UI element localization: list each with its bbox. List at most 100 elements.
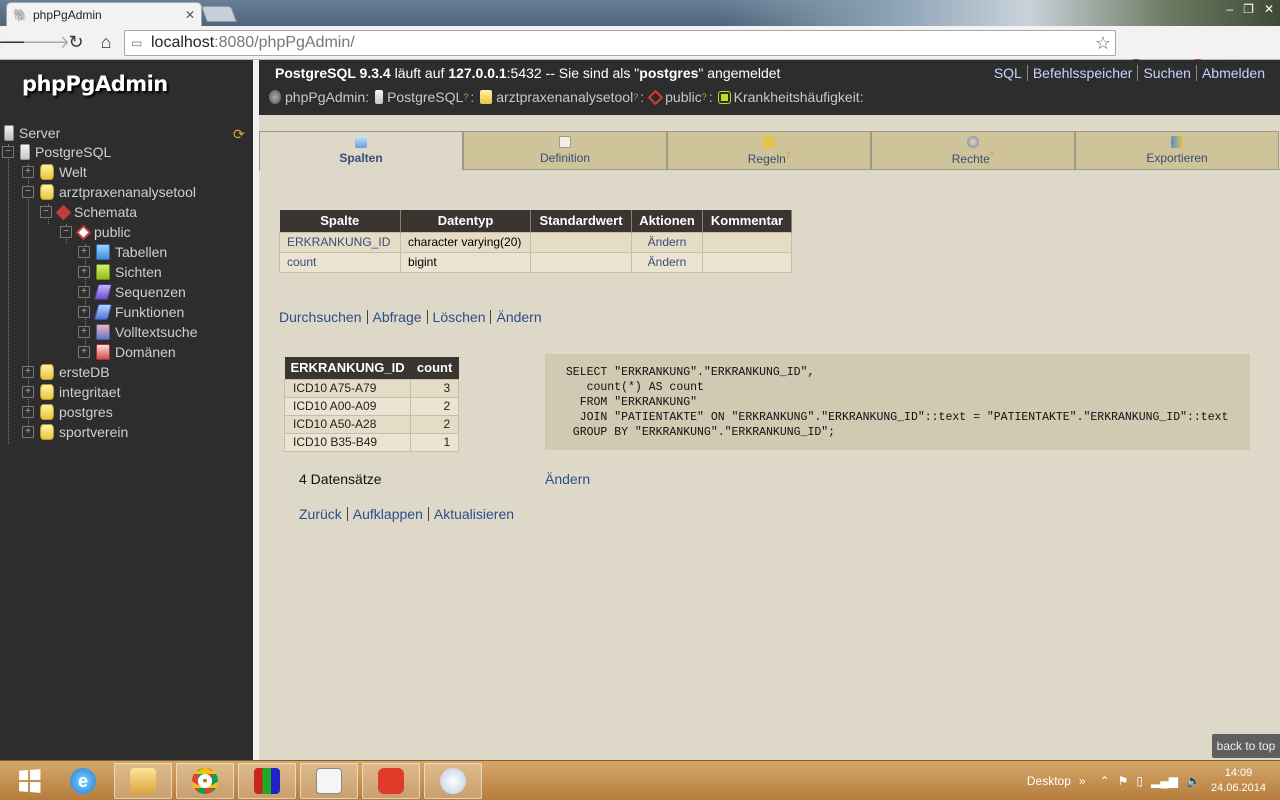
tree-item-erstedb[interactable]: + ersteDB (22, 362, 110, 382)
expand-toggle[interactable]: + (78, 306, 90, 318)
forward-button[interactable]: 🡒 (22, 29, 70, 57)
breadcrumb-server[interactable]: PostgreSQL (387, 89, 463, 105)
tab-rechte[interactable]: Rechte? (871, 131, 1075, 170)
expand-toggle[interactable]: + (22, 426, 34, 438)
bookmark-star-icon[interactable]: ☆ (1095, 33, 1111, 54)
tree-item-volltextsuche[interactable]: + Volltextsuche (78, 322, 198, 342)
tree-label[interactable]: ersteDB (59, 364, 110, 380)
tree-label[interactable]: arztpraxenanalysetool (59, 184, 196, 200)
tree-label[interactable]: public (94, 224, 131, 240)
volume-icon[interactable]: 🔈 (1186, 774, 1201, 788)
tree-item-sichten[interactable]: + Sichten (78, 262, 162, 282)
expand-toggle[interactable]: + (22, 166, 34, 178)
refresh-tree-icon[interactable]: ⟳ (233, 126, 245, 143)
tree-item-server[interactable]: Server (4, 123, 60, 143)
tree-label[interactable]: postgres (59, 404, 113, 420)
tree-item-arztpraxenanalysetool[interactable]: − arztpraxenanalysetool (22, 182, 196, 202)
logout-link[interactable]: Abmelden (1195, 65, 1270, 81)
tree-label[interactable]: Server (19, 125, 60, 141)
tab-exportieren[interactable]: Exportieren (1075, 131, 1279, 170)
breadcrumb-database[interactable]: arztpraxenanalysetool (496, 89, 633, 105)
alter-link[interactable]: Ändern (490, 310, 546, 324)
collapse-toggle[interactable]: − (22, 186, 34, 198)
expand-toggle[interactable]: + (22, 386, 34, 398)
home-button[interactable]: ⌂ (92, 29, 120, 57)
expand-toggle[interactable]: + (22, 406, 34, 418)
internet-explorer-button[interactable]: e (54, 763, 112, 799)
start-button[interactable] (0, 763, 58, 799)
back-to-top-button[interactable]: back to top (1212, 734, 1280, 758)
chart-app-button[interactable] (300, 763, 358, 799)
history-link[interactable]: Befehlsspeicher (1026, 65, 1138, 81)
minimize-button[interactable]: – (1226, 2, 1233, 16)
tree-item-postgres[interactable]: + postgres (22, 402, 113, 422)
url-text[interactable]: localhost:8080/phpPgAdmin/ (151, 34, 355, 52)
column-header[interactable]: ERKRANKUNG_ID (284, 357, 411, 379)
tree-item-domaenen[interactable]: + Domänen (78, 342, 176, 362)
tree-label[interactable]: Sequenzen (115, 284, 186, 300)
breadcrumb-phppgadmin[interactable]: phpPgAdmin: (285, 89, 369, 105)
select-link[interactable]: Abfrage (366, 310, 427, 324)
help-icon[interactable]: ? (463, 92, 468, 102)
tab-close-icon[interactable]: ✕ (185, 8, 195, 22)
column-header[interactable]: count (410, 357, 459, 379)
refresh-link[interactable]: Aktualisieren (427, 507, 519, 521)
tree-label[interactable]: Domänen (115, 344, 176, 360)
paint-button[interactable] (424, 763, 482, 799)
help-icon[interactable]: ? (633, 92, 638, 102)
tab-definition[interactable]: Definition (463, 131, 667, 170)
tree-label[interactable]: integritaet (59, 384, 120, 400)
tree-label[interactable]: PostgreSQL (35, 144, 111, 160)
winrar-button[interactable] (238, 763, 296, 799)
expand-toggle[interactable]: + (78, 286, 90, 298)
window-close-button[interactable]: ✕ (1264, 2, 1274, 16)
tree-item-funktionen[interactable]: + Funktionen (78, 302, 184, 322)
expand-toggle[interactable]: + (78, 326, 90, 338)
breadcrumb-view[interactable]: Krankheitshäufigkeit (734, 89, 860, 105)
tree-item-sequenzen[interactable]: + Sequenzen (78, 282, 186, 302)
expand-toggle[interactable]: + (78, 266, 90, 278)
system-clock[interactable]: 14:09 24.06.2014 (1211, 766, 1266, 796)
tree-item-public[interactable]: − public (60, 222, 131, 242)
address-bar[interactable]: ▭ localhost:8080/phpPgAdmin/ ☆ (124, 30, 1116, 56)
tree-item-integritaet[interactable]: + integritaet (22, 382, 120, 402)
reload-button[interactable]: ↻ (62, 29, 90, 57)
alter-column-link[interactable]: Ändern (631, 251, 703, 273)
desktop-toolbar-label[interactable]: Desktop (1027, 774, 1071, 788)
action-center-flag-icon[interactable]: ⚑ (1118, 774, 1129, 788)
tree-label[interactable]: Volltextsuche (115, 324, 198, 340)
new-tab-button[interactable] (201, 6, 237, 22)
tree-item-schemata[interactable]: − Schemata (40, 202, 137, 222)
file-explorer-button[interactable] (114, 763, 172, 799)
sql-link[interactable]: SQL (989, 65, 1027, 81)
maximize-button[interactable]: ❐ (1243, 2, 1254, 16)
back-link[interactable]: Zurück (299, 507, 347, 521)
search-link[interactable]: Suchen (1137, 65, 1195, 81)
toolbar-chevron-icon[interactable]: » (1079, 774, 1086, 788)
show-hidden-icons[interactable]: ⌃ (1100, 774, 1110, 788)
tab-regeln[interactable]: Regeln? (667, 131, 871, 170)
tree-label[interactable]: Sichten (115, 264, 162, 280)
drop-link[interactable]: Löschen (426, 310, 491, 324)
collapse-toggle[interactable]: − (2, 146, 14, 158)
battery-icon[interactable]: ▯ (1136, 774, 1143, 788)
expand-link[interactable]: Aufklappen (346, 507, 428, 521)
chrome-button[interactable] (176, 763, 234, 799)
collapse-toggle[interactable]: − (40, 206, 52, 218)
audio-app-button[interactable] (362, 763, 420, 799)
expand-toggle[interactable]: + (22, 366, 34, 378)
tree-label[interactable]: Tabellen (115, 244, 167, 260)
alter-column-link[interactable]: Ändern (631, 231, 703, 253)
tree-label[interactable]: Welt (59, 164, 87, 180)
network-signal-icon[interactable]: ▂▄▆ (1151, 774, 1178, 788)
help-icon[interactable]: ? (702, 92, 707, 102)
collapse-toggle[interactable]: − (60, 226, 72, 238)
tab-spalten[interactable]: Spalten (259, 131, 463, 171)
browse-link[interactable]: Durchsuchen (279, 310, 367, 324)
tree-item-postgresql[interactable]: − PostgreSQL (2, 142, 111, 162)
expand-toggle[interactable]: + (78, 246, 90, 258)
tree-item-tabellen[interactable]: + Tabellen (78, 242, 167, 262)
tree-item-sportverein[interactable]: + sportverein (22, 422, 128, 442)
tree-label[interactable]: Funktionen (115, 304, 184, 320)
browser-tab[interactable]: 🐘 phpPgAdmin ✕ (6, 2, 202, 26)
